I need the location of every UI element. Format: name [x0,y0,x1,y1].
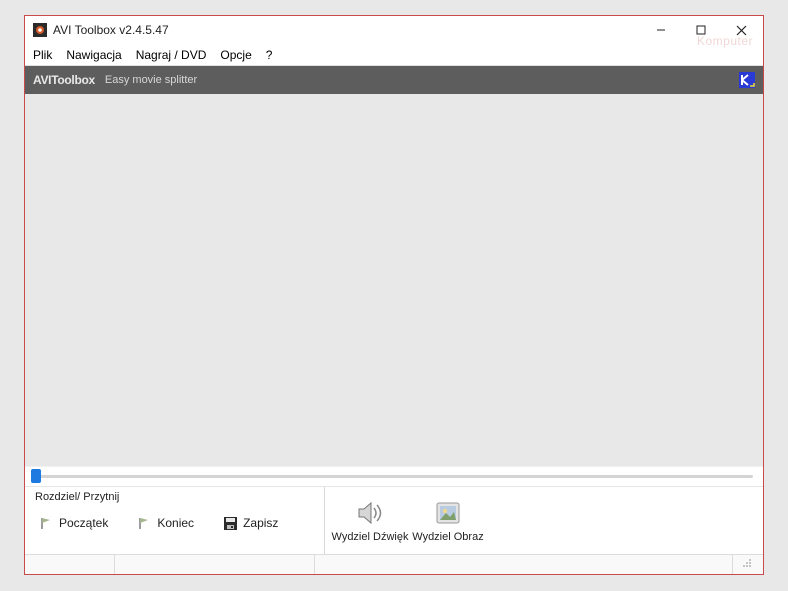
kc-logo-icon [739,72,755,88]
speaker-icon [355,498,385,528]
menu-nagraj-dvd[interactable]: Nagraj / DVD [136,48,207,62]
extract-group: Wydziel Dźwięk Wydziel Obraz [325,487,493,554]
brand-tagline: Easy movie splitter [105,74,197,86]
statusbar [25,554,763,574]
save-button[interactable]: Zapisz [219,511,281,535]
app-icon [33,23,47,37]
slider-track [35,475,753,478]
menubar: Plik Nawigacja Nagraj / DVD Opcje ? Komp… [25,44,763,66]
slider-thumb[interactable] [31,469,41,483]
status-cell-1 [25,555,115,574]
extract-audio-button[interactable]: Wydziel Dźwięk [331,498,409,543]
floppy-save-icon [222,515,238,531]
menu-plik[interactable]: Plik [33,48,52,62]
timeline-slider[interactable] [25,466,763,486]
extract-image-button[interactable]: Wydziel Obraz [409,498,487,543]
titlebar: AVI Toolbox v2.4.5.47 [25,16,763,44]
minimize-button[interactable] [641,17,681,43]
brand-bar: AVIToolbox Easy movie splitter [25,66,763,94]
resize-grip-icon[interactable] [739,555,753,569]
extract-audio-label: Wydziel Dźwięk [332,531,409,543]
end-label: Koniec [157,516,194,530]
maximize-button[interactable] [681,17,721,43]
split-trim-group: Rozdziel/ Przytnij Początek [25,487,325,554]
flag-begin-icon [38,515,54,531]
brand-name: AVIToolbox [33,73,95,87]
picture-icon [433,498,463,528]
begin-button[interactable]: Początek [35,511,111,535]
menu-nawigacja[interactable]: Nawigacja [66,48,121,62]
flag-end-icon [136,515,152,531]
extract-image-label: Wydziel Obraz [412,531,483,543]
bottom-toolbar: Rozdziel/ Przytnij Początek [25,486,763,554]
preview-area [25,94,763,466]
save-label: Zapisz [243,516,278,530]
group-title: Rozdziel/ Przytnij [35,489,314,507]
app-window: AVI Toolbox v2.4.5.47 Plik Nawigacja Nag… [24,15,764,575]
begin-label: Początek [59,516,108,530]
status-cell-4 [733,555,763,574]
window-controls [641,17,761,43]
status-cell-3 [315,555,733,574]
menu-help[interactable]: ? [266,48,273,62]
status-cell-2 [115,555,315,574]
close-button[interactable] [721,17,761,43]
menu-opcje[interactable]: Opcje [220,48,251,62]
window-title: AVI Toolbox v2.4.5.47 [53,23,169,37]
end-button[interactable]: Koniec [133,511,197,535]
